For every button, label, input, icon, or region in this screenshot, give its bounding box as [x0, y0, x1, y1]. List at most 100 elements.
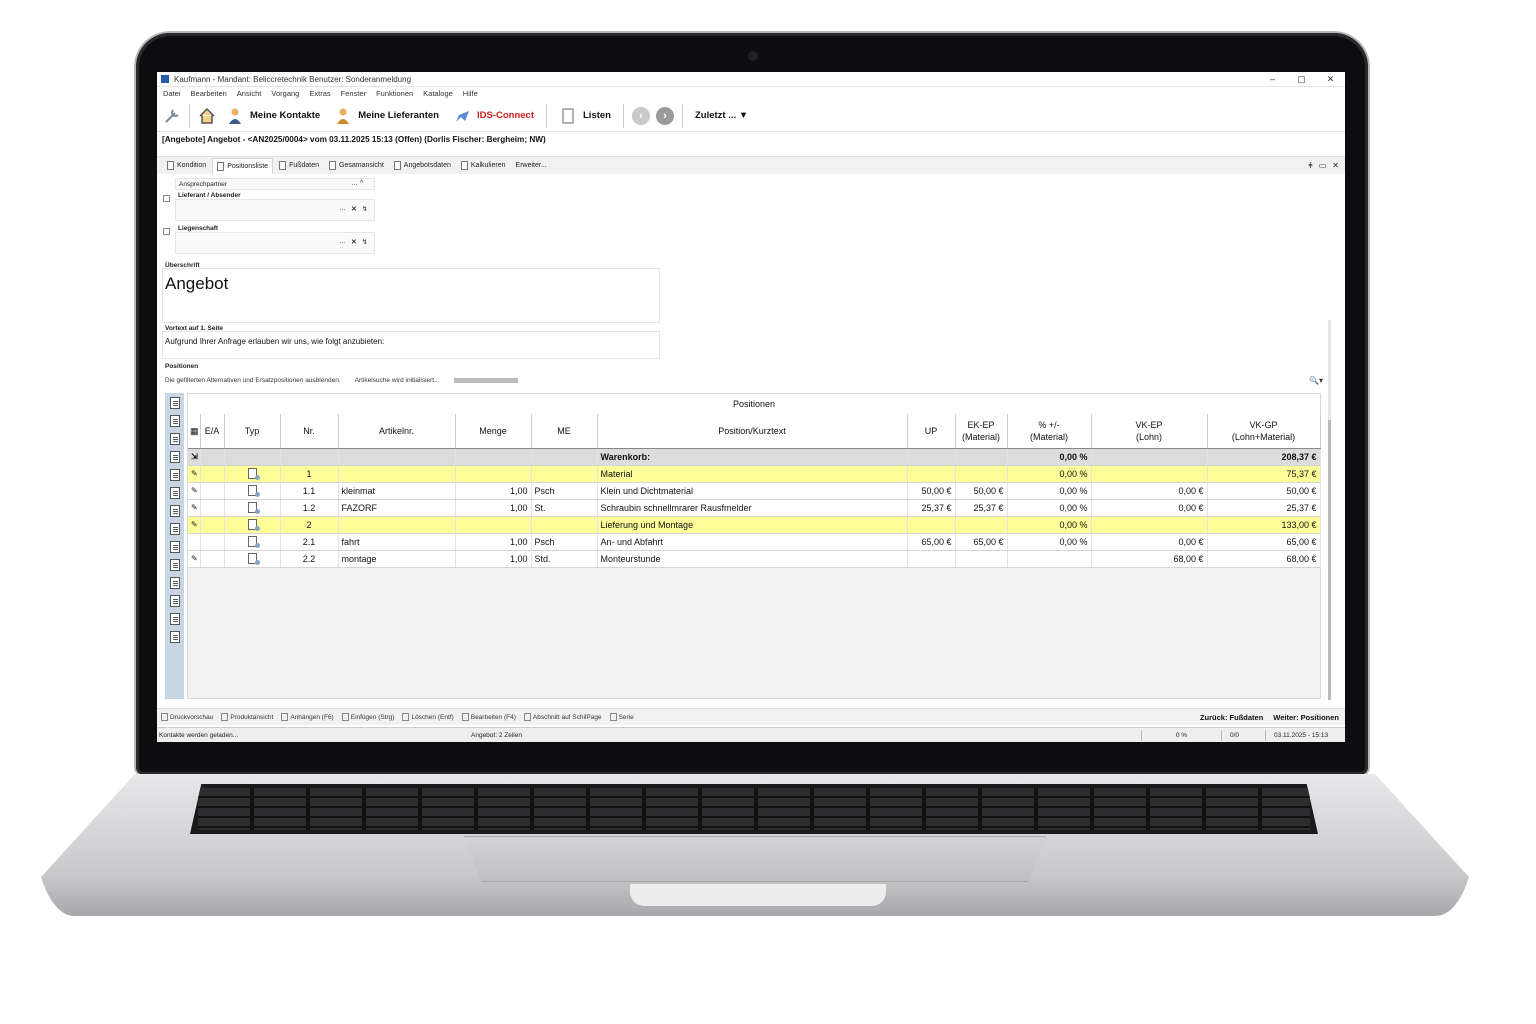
menu-fenster[interactable]: Fenster: [341, 89, 366, 98]
typ-icon[interactable]: [224, 550, 281, 568]
doc-icon[interactable]: [169, 541, 180, 553]
doc-icon[interactable]: [169, 415, 180, 427]
tools-icon[interactable]: [163, 107, 181, 125]
pin-icon[interactable]: ✎: [188, 499, 201, 517]
artikel-cell[interactable]: FAZORF: [338, 499, 456, 517]
serie-button[interactable]: Serie: [609, 713, 634, 721]
kurztext-cell[interactable]: Klein und Dichtmaterial: [597, 482, 908, 500]
me-cell[interactable]: Std.: [531, 550, 598, 568]
ek-cell[interactable]: 25,37 €: [955, 499, 1008, 517]
tab-erweitert[interactable]: Erweiter...: [512, 158, 551, 174]
me-cell[interactable]: St.: [531, 499, 598, 517]
tab-gesamansicht[interactable]: Gesamansicht: [325, 158, 388, 174]
pin-icon[interactable]: ✎: [188, 482, 201, 500]
nr-cell[interactable]: 2: [280, 516, 339, 534]
back-arrow-icon[interactable]: ‹: [631, 106, 650, 125]
liegenschaft-checkbox[interactable]: [163, 228, 170, 235]
back-fussdaten-button[interactable]: Zurück: Fußdaten: [1200, 713, 1263, 722]
kurztext-cell[interactable]: Monteurstunde: [597, 550, 908, 568]
my-suppliers-button[interactable]: Meine Lieferanten: [330, 107, 443, 125]
recent-dropdown[interactable]: Zuletzt ... ▼: [691, 110, 752, 121]
menu-bearbeiten[interactable]: Bearbeiten: [191, 89, 227, 98]
menu-vorgang[interactable]: Vorgang: [271, 89, 299, 98]
ea-cell[interactable]: [200, 516, 225, 534]
menge-cell[interactable]: [455, 516, 532, 534]
up-cell[interactable]: 50,00 €: [907, 482, 956, 500]
pin-icon[interactable]: ✎: [188, 465, 201, 483]
table-row[interactable]: ✎ 2.2 montage 1,00 Std. Monteurstunde 68,00 €6…: [188, 550, 1321, 568]
header-ek-ep[interactable]: EK-EP (Material): [955, 414, 1008, 449]
form-scrollbar[interactable]: [1328, 320, 1331, 700]
header-kurztext[interactable]: Position/Kurztext: [597, 414, 908, 449]
forward-arrow-icon[interactable]: ›: [655, 106, 674, 125]
percent-cell[interactable]: 0,00 %: [1007, 465, 1092, 483]
doc-icon[interactable]: [169, 559, 180, 571]
menu-funktionen[interactable]: Funktionen: [376, 89, 413, 98]
ek-cell[interactable]: [955, 465, 1008, 483]
header-percent[interactable]: % +/- (Material): [1007, 414, 1092, 449]
percent-cell[interactable]: 0,00 %: [1007, 533, 1092, 551]
table-row[interactable]: ✎ 1.1 kleinmat 1,00 Psch Klein und Dichtmater…: [188, 482, 1321, 500]
kurztext-cell[interactable]: Lieferung und Montage: [597, 516, 908, 534]
ek-cell[interactable]: [955, 516, 1008, 534]
insert-button[interactable]: Einfügen (Strg): [341, 713, 394, 721]
menge-cell[interactable]: 1,00: [455, 482, 532, 500]
me-cell[interactable]: [531, 516, 598, 534]
vkep-cell[interactable]: 68,00 €: [1091, 550, 1208, 568]
menge-cell[interactable]: [455, 465, 532, 483]
up-cell[interactable]: 25,37 €: [907, 499, 956, 517]
liegenschaft-controls[interactable]: … ✕ ↯: [339, 238, 368, 246]
percent-cell[interactable]: [1007, 550, 1092, 568]
percent-cell[interactable]: 0,00 %: [1007, 499, 1092, 517]
artikel-cell[interactable]: [338, 516, 456, 534]
restore-icon[interactable]: ▭: [1319, 161, 1327, 170]
edit-button[interactable]: Bearbeiten (F4): [461, 713, 516, 721]
vkgp-cell[interactable]: 50,00 €: [1207, 482, 1321, 500]
table-row[interactable]: ✎ 1.2 FAZORF 1,00 St. Schraubin schnellmrarer…: [188, 499, 1321, 517]
vkgp-cell[interactable]: 25,37 €: [1207, 499, 1321, 517]
vkep-cell[interactable]: [1091, 516, 1208, 534]
header-me[interactable]: ME: [531, 414, 598, 449]
product-view-button[interactable]: Produktansicht: [221, 713, 273, 721]
typ-icon[interactable]: [224, 533, 281, 551]
ea-cell[interactable]: [200, 482, 225, 500]
menu-kataloge[interactable]: Kataloge: [423, 89, 453, 98]
ids-connect-button[interactable]: IDS-Connect: [449, 107, 538, 125]
header-select[interactable]: ▦: [188, 414, 201, 449]
ek-cell[interactable]: [955, 550, 1008, 568]
table-row[interactable]: 2.1 fahrt 1,00 Psch An- und Abfahrt 65,00 €65…: [188, 533, 1321, 551]
filter-hint[interactable]: Die gefilterten Alternativen und Ersatzp…: [165, 377, 341, 384]
menge-cell[interactable]: 1,00: [455, 499, 532, 517]
vkgp-cell[interactable]: 75,37 €: [1207, 465, 1321, 483]
artikel-cell[interactable]: [338, 465, 456, 483]
print-preview-button[interactable]: Druckvorschau: [161, 713, 213, 721]
vkgp-cell[interactable]: 68,00 €: [1207, 550, 1321, 568]
me-cell[interactable]: Psch: [531, 482, 598, 500]
vkep-cell[interactable]: 0,00 €: [1091, 482, 1208, 500]
doc-icon[interactable]: [169, 397, 180, 409]
table-row[interactable]: ✎ 2 Lieferung und Montage 0,00 % 133,00 €: [188, 516, 1321, 534]
nr-cell[interactable]: 1: [280, 465, 339, 483]
typ-icon[interactable]: [224, 499, 281, 517]
pin-icon[interactable]: ✎: [188, 550, 201, 568]
ek-cell[interactable]: 50,00 €: [955, 482, 1008, 500]
my-contacts-button[interactable]: Meine Kontakte: [222, 107, 324, 125]
ea-cell[interactable]: [200, 550, 225, 568]
table-row[interactable]: ✎ 1 Material 0,00 % 75,37 €: [188, 465, 1321, 483]
menu-datei[interactable]: Datei: [163, 89, 181, 98]
up-cell[interactable]: [907, 550, 956, 568]
ansprechpartner-controls[interactable]: … ^: [351, 180, 363, 187]
typ-icon[interactable]: [224, 465, 281, 483]
vkep-cell[interactable]: 0,00 €: [1091, 499, 1208, 517]
maximize-button[interactable]: ▢: [1287, 74, 1316, 85]
menge-cell[interactable]: 1,00: [455, 533, 532, 551]
ea-cell[interactable]: [200, 465, 225, 483]
next-positionen-button[interactable]: Weiter: Positionen: [1273, 713, 1339, 722]
artikel-cell[interactable]: fahrt: [338, 533, 456, 551]
up-cell[interactable]: [907, 516, 956, 534]
doc-icon[interactable]: [169, 613, 180, 625]
lieferant-checkbox[interactable]: [163, 195, 170, 202]
header-menge[interactable]: Menge: [455, 414, 532, 449]
vkep-cell[interactable]: 0,00 €: [1091, 533, 1208, 551]
doc-icon[interactable]: [169, 433, 180, 445]
